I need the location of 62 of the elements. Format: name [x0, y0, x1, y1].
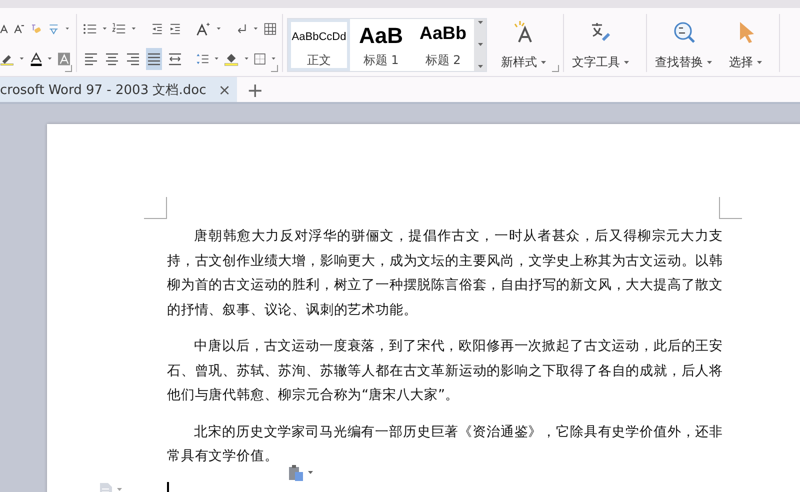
style-name: 标题 1 [363, 52, 399, 69]
style-preview: AaBbCcDd [292, 31, 346, 43]
caret-icon[interactable] [307, 471, 314, 475]
caret-icon[interactable] [47, 57, 52, 61]
document-paragraph: 唐朝韩愈大力反对浮华的骈俪文，提倡作古文，一时从者甚众，后又得柳宗元大力支持，古文创作业绩大增，影响更大，成为文坛的主要风尚，文学史上称其为古文运动。以韩柳为首的古文运动的胜利，树立了一种摆脱陈言俗套，自由抒写的新文风，大大提高了散文的抒情、叙事、议论、讽刺的艺术功能。 [167, 227, 723, 320]
style-name: 标题 2 [425, 52, 461, 69]
caret-icon[interactable] [253, 27, 259, 31]
style-preview: AaBb [419, 23, 466, 44]
button-label: 文字工具 [572, 54, 620, 71]
text-tools-button[interactable]: 文字工具 [564, 14, 638, 71]
align-distributed-icon [167, 51, 184, 67]
style-preview: AaB [358, 23, 403, 49]
caret-icon[interactable] [476, 43, 484, 47]
style-item[interactable]: AaBbCcDd 正文 [288, 19, 350, 71]
new-style-button[interactable]: 新样式 [493, 14, 555, 72]
button-label: 选择 [729, 54, 753, 71]
caret-icon[interactable] [102, 27, 108, 31]
caret-icon[interactable] [216, 27, 222, 31]
align-center-icon [104, 51, 120, 67]
margin-corner-mark [144, 197, 167, 219]
caret-icon[interactable] [65, 27, 70, 31]
margin-corner-mark [719, 197, 742, 219]
button-label: 查找替换 [655, 54, 703, 71]
caret-icon[interactable] [19, 57, 25, 61]
caret-icon[interactable] [623, 60, 630, 64]
decrease-indent-icon[interactable] [151, 21, 164, 37]
clipboard-icon[interactable] [288, 464, 304, 482]
button-label: 新样式 [501, 54, 537, 71]
caret-icon[interactable] [540, 60, 547, 64]
new-tab-button[interactable]: + [236, 77, 274, 102]
wrench-icon [589, 20, 613, 44]
increase-indent-icon[interactable] [168, 21, 181, 37]
align-justify-button[interactable] [146, 48, 162, 70]
align-right-icon [125, 51, 142, 67]
table-icon[interactable] [264, 21, 276, 37]
align-justify-icon [146, 51, 162, 67]
caret-icon[interactable] [116, 488, 123, 492]
magnifier-icon [672, 20, 696, 44]
line-spacing-icon[interactable] [196, 51, 210, 67]
select-button[interactable]: 选择 [721, 14, 771, 71]
border-icon[interactable] [254, 51, 266, 67]
caret-icon[interactable] [476, 65, 484, 69]
document-paragraph: 中唐以后，古文运动一度衰落，到了宋代，欧阳修再一次掀起了古文运动，此后的王安石、曾巩、苏轼、苏洵、苏辙等人都在古文革新运动的影响之下取得了各自的成就，后人将他们与唐代韩愈、柳宗元合称为“唐宋八大家”。 [167, 337, 723, 405]
caret-icon[interactable] [476, 21, 484, 25]
char-shading-icon[interactable] [58, 51, 70, 67]
document-paragraph: 北宋的历史文学家司马光编有一部历史巨著《资治通鉴》，它除具有史学价值外，还非常具有文学价值。 [167, 422, 723, 466]
caret-icon[interactable] [756, 60, 763, 64]
caret-icon[interactable] [131, 27, 137, 31]
caret-icon[interactable] [270, 57, 276, 61]
align-left-icon [83, 51, 100, 67]
close-tab-button[interactable]: × [218, 80, 231, 98]
style-name: 正文 [307, 52, 331, 69]
font-color-icon[interactable] [30, 50, 42, 68]
bullet-list-icon[interactable] [83, 21, 97, 37]
caret-icon[interactable] [214, 57, 220, 61]
document-tab[interactable]: crosoft Word 97 - 2003 文档.doc × [0, 77, 237, 102]
caret-icon[interactable] [244, 57, 250, 61]
style-item[interactable]: AaBb 标题 2 [412, 19, 474, 71]
find-replace-button[interactable]: 查找替换 [647, 14, 721, 71]
caret-icon[interactable] [706, 60, 713, 64]
document-tab-title: crosoft Word 97 - 2003 文档.doc [0, 82, 206, 98]
style-item[interactable]: AaB 标题 1 [350, 19, 412, 71]
